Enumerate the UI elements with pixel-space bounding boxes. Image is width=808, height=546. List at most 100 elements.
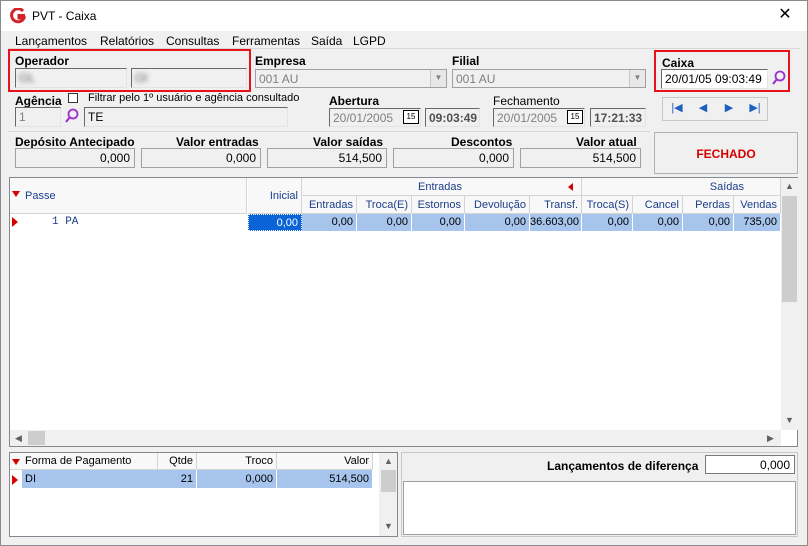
operador-code-field: OL [15, 68, 127, 88]
cell-cancel[interactable]: 0,00 [633, 214, 683, 231]
abertura-time: 09:03:49 [429, 111, 478, 125]
fechamento-time-field: 17:21:33 [590, 108, 646, 127]
col-troca-e[interactable]: Troca(E) [357, 196, 412, 214]
scroll-right-icon[interactable]: ▶ [762, 430, 779, 447]
cell-perdas[interactable]: 0,00 [683, 214, 734, 231]
collapse-arrow-icon[interactable] [568, 183, 573, 191]
cell-troca-e[interactable]: 0,00 [357, 214, 412, 231]
cell-troca-s[interactable]: 0,00 [582, 214, 633, 231]
scroll-up-icon[interactable]: ▲ [380, 453, 397, 470]
deposito-label: Depósito Antecipado [15, 135, 135, 149]
scroll-left-icon[interactable]: ◀ [10, 430, 27, 447]
window-title: PVT - Caixa [32, 9, 97, 23]
horizontal-scrollbar[interactable] [10, 430, 781, 446]
table-row-passe[interactable]: 1 PA [22, 214, 248, 231]
forma-header[interactable]: Forma de Pagamento [25, 455, 131, 467]
descontos-label: Descontos [451, 135, 513, 149]
col-cancel[interactable]: Cancel [633, 196, 683, 214]
row-indicator-icon [12, 475, 18, 485]
agencia-code-field: 1 [15, 107, 61, 127]
menu-lancamentos[interactable]: Lançamentos [15, 34, 87, 48]
calendar-icon[interactable]: 15 [567, 110, 583, 124]
agencia-search-icon[interactable] [64, 108, 80, 124]
abertura-date: 20/01/2005 [333, 111, 394, 125]
fechamento-date: 20/01/2005 [497, 111, 558, 125]
saidas-value: 514,500 [267, 148, 387, 168]
scroll-up-icon[interactable]: ▲ [781, 178, 798, 195]
sort-arrow-icon [12, 459, 20, 465]
inicial-header[interactable]: Inicial [248, 178, 302, 214]
cell-entradas[interactable]: 0,00 [302, 214, 357, 231]
operador-code-text: OL [19, 71, 36, 85]
h-scroll-thumb[interactable] [28, 431, 45, 445]
operador-name-text: Ol [135, 71, 147, 85]
fechamento-label: Fechamento [493, 94, 560, 108]
filial-label: Filial [452, 54, 480, 68]
troco-header[interactable]: Troco [197, 453, 277, 470]
menu-saida[interactable]: Saída [311, 34, 342, 48]
deposito-value: 0,000 [15, 148, 135, 168]
cell-transf[interactable]: 36.603,00 [530, 214, 582, 231]
caixa-value: 20/01/05 09:03:49 [665, 72, 762, 86]
chevron-down-icon[interactable]: ▼ [430, 70, 446, 87]
fechamento-time: 17:21:33 [594, 111, 643, 125]
first-record-icon[interactable]: |◀ [668, 101, 686, 117]
entradas-label: Valor entradas [176, 135, 259, 149]
diferenca-list[interactable] [403, 481, 796, 535]
passe-value: 1 PA [52, 216, 79, 228]
caixa-label: Caixa [662, 56, 695, 70]
col-perdas[interactable]: Perdas [683, 196, 734, 214]
filter-checkbox[interactable] [68, 93, 78, 103]
qtde-header[interactable]: Qtde [158, 453, 197, 470]
passe-header[interactable]: Passe [25, 190, 56, 202]
empresa-label: Empresa [255, 54, 306, 68]
close-button[interactable]: ✕ [772, 4, 798, 26]
col-estornos[interactable]: Estornos [412, 196, 465, 214]
inicial-cell[interactable]: 0,00 [248, 214, 302, 231]
calendar-icon[interactable]: 15 [403, 110, 419, 124]
agencia-label: Agência [15, 94, 62, 108]
col-devolucao[interactable]: Devolução [465, 196, 530, 214]
cell-devolucao[interactable]: 0,00 [465, 214, 530, 231]
atual-label: Valor atual [576, 135, 637, 149]
prev-record-icon[interactable]: ◀ [694, 101, 712, 117]
menu-ferramentas[interactable]: Ferramentas [232, 34, 300, 48]
empresa-select[interactable]: 001 AU ▼ [255, 69, 447, 88]
agencia-name-field: TE [84, 107, 288, 127]
sort-arrow-icon [12, 191, 20, 197]
filial-select[interactable]: 001 AU ▼ [452, 69, 646, 88]
scroll-thumb[interactable] [381, 470, 396, 492]
cell-estornos[interactable]: 0,00 [412, 214, 465, 231]
abertura-time-field: 09:03:49 [425, 108, 480, 127]
payment-forma-cell[interactable]: DI [22, 470, 158, 488]
atual-value: 514,500 [520, 148, 641, 168]
menu-lgpd[interactable]: LGPD [353, 34, 386, 48]
abertura-label: Abertura [329, 94, 380, 108]
operador-name-field: Ol [131, 68, 247, 88]
scroll-thumb[interactable] [782, 196, 797, 302]
caixa-search-icon[interactable] [771, 70, 787, 86]
col-troca-s[interactable]: Troca(S) [582, 196, 633, 214]
scroll-down-icon[interactable]: ▼ [781, 412, 798, 429]
col-entradas[interactable]: Entradas [302, 196, 357, 214]
next-record-icon[interactable]: ▶ [720, 101, 738, 117]
menu-consultas[interactable]: Consultas [166, 34, 219, 48]
filial-value: 001 AU [456, 72, 496, 86]
diferenca-value[interactable]: 0,000 [705, 455, 795, 474]
last-record-icon[interactable]: ▶| [746, 101, 764, 117]
cell-vendas[interactable]: 735,00 [734, 214, 781, 231]
agencia-code: 1 [19, 110, 26, 124]
payment-valor[interactable]: 514,500 [277, 470, 373, 488]
payment-troco[interactable]: 0,000 [197, 470, 277, 488]
col-vendas[interactable]: Vendas [734, 196, 781, 214]
menu-relatorios[interactable]: Relatórios [100, 34, 154, 48]
col-transf[interactable]: Transf. [530, 196, 582, 214]
saidas-group-header: Saídas [582, 178, 781, 196]
scroll-down-icon[interactable]: ▼ [380, 518, 397, 535]
payment-qtde[interactable]: 21 [158, 470, 197, 488]
valor-header[interactable]: Valor [277, 453, 373, 470]
caixa-field[interactable]: 20/01/05 09:03:49 [661, 69, 768, 89]
filter-label: Filtrar pelo 1º usuário e agência consul… [88, 92, 300, 104]
app-logo-icon [10, 8, 26, 24]
chevron-down-icon[interactable]: ▼ [629, 70, 645, 87]
